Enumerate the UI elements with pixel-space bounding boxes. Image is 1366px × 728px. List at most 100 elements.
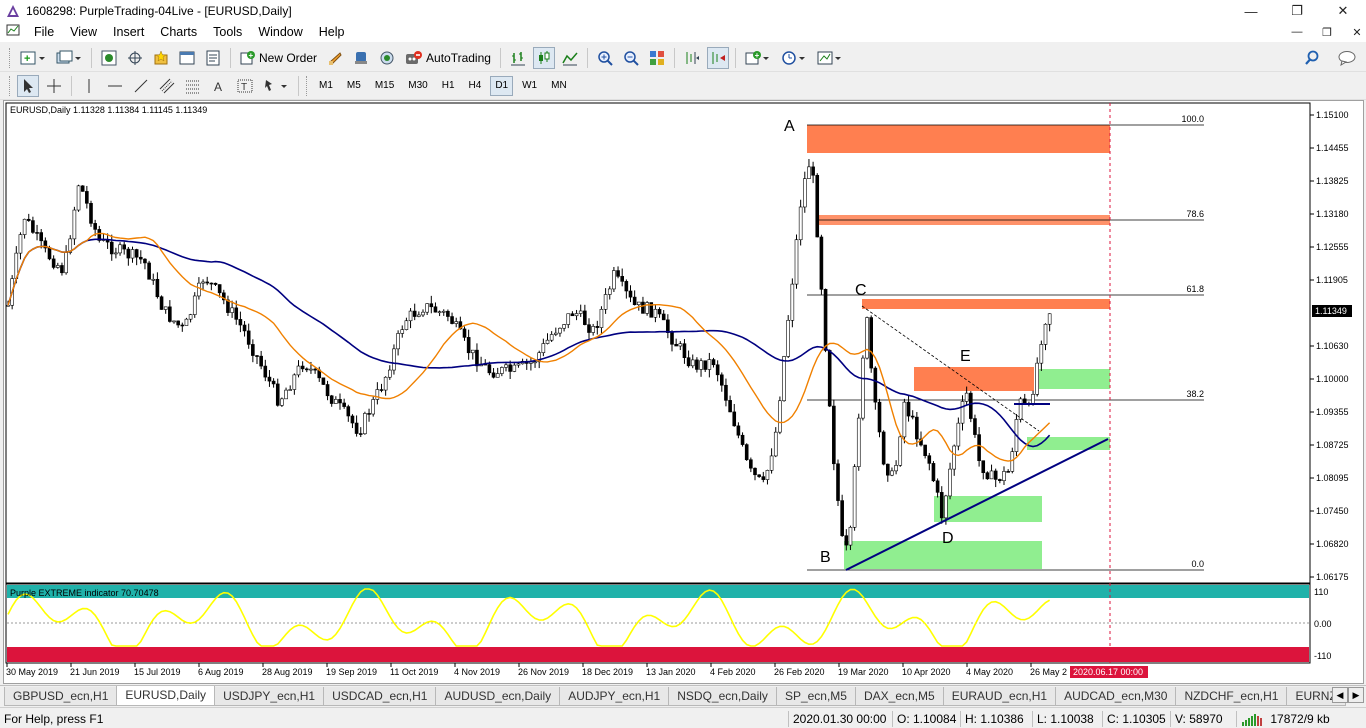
zoom-in-button[interactable] [594,47,616,69]
menu-help[interactable]: Help [311,22,353,42]
candle-body [55,265,60,268]
zoom-out-button[interactable] [620,47,642,69]
bar-chart-button[interactable] [507,47,529,69]
candle-body [408,310,413,322]
periods-button[interactable] [778,47,810,69]
line-chart-button[interactable] [559,47,581,69]
tabs-scroll-right[interactable]: ▶ [1348,687,1364,703]
candle-body [545,339,550,344]
candle-body [856,417,861,467]
candle-body [387,369,392,378]
timeframe-w1[interactable]: W1 [517,76,542,96]
search-button[interactable] [1300,46,1324,70]
chart-window[interactable]: 100.0 78.6 61.8 38.2 0.0 A B C D E Purpl… [3,100,1364,684]
tab-dax-m5[interactable]: DAX_ecn,M5 [854,687,944,706]
timeframe-mn[interactable]: MN [546,76,572,96]
candle-body [114,252,118,255]
candle-body [578,310,583,314]
timeframe-h4[interactable]: H4 [464,76,487,96]
zoom-out-icon [624,50,639,66]
fibonacci-button[interactable] [182,75,204,97]
strategy-tester-button[interactable] [202,47,224,69]
timeframe-m1[interactable]: M1 [314,76,338,96]
new-order-button[interactable]: + New Order [237,47,320,69]
timeframe-m15[interactable]: M15 [370,76,399,96]
candle-body [736,425,741,436]
tab-nzdchf-h1[interactable]: NZDCHF_ecn,H1 [1175,687,1288,706]
tab-audjpy-h1[interactable]: AUDJPY_ecn,H1 [559,687,670,706]
child-close-button[interactable]: ✕ [1334,22,1366,42]
autotrading-button[interactable]: AutoTrading [402,47,494,69]
signals-button[interactable] [350,47,372,69]
new-order-icon: + [240,50,255,64]
cursor-tool-button[interactable] [17,74,39,97]
menu-charts[interactable]: Charts [152,22,205,42]
chat-button[interactable] [1334,46,1360,70]
candle-body [603,294,608,310]
candle-body [1018,398,1023,420]
arrows-button[interactable] [260,75,292,97]
candlestick-chart-button[interactable] [532,46,555,69]
candle-body [541,343,546,354]
maximize-button[interactable]: ❐ [1274,0,1320,22]
timeframe-h1[interactable]: H1 [437,76,460,96]
main-plot-area[interactable] [5,102,1311,584]
chart-shift-button[interactable] [681,47,703,69]
candle-body [313,368,317,371]
price-tick-label: 1.06820 [1316,539,1349,549]
menu-insert[interactable]: Insert [105,22,152,42]
tab-sp-m5[interactable]: SP_ecn,M5 [775,687,856,706]
tab-euraud-h1[interactable]: EURAUD_ecn,H1 [942,687,1057,706]
support-zone-1 [1037,369,1110,389]
trendline-button[interactable] [130,75,152,97]
channel-button[interactable] [156,75,178,97]
terminal-button[interactable] [176,47,198,69]
menu-view[interactable]: View [62,22,105,42]
timeframe-d1[interactable]: D1 [490,75,514,96]
menu-tools[interactable]: Tools [205,22,250,42]
text-tool-button[interactable]: A [208,75,230,97]
candle-body [757,474,761,477]
tab-usdcad-h1[interactable]: USDCAD_ecn,H1 [323,687,437,706]
candle-body [885,463,890,476]
candle-body [786,320,791,357]
metaeditor-button[interactable] [324,47,346,69]
menu-window[interactable]: Window [250,22,310,42]
price-axis[interactable]: 1.15100 1.14455 1.13825 1.13180 1.12555 1.119… [1310,110,1349,582]
tab-eurusd-daily[interactable]: EURUSD,Daily [116,686,216,706]
tabs-scroll-left[interactable]: ◀ [1332,687,1348,703]
market-button[interactable] [376,47,398,69]
equidistant-channel-icon [159,78,175,93]
tab-gbpusd-h1[interactable]: GBPUSD_ecn,H1 [4,687,118,706]
candle-body [246,330,251,345]
close-button[interactable]: ✕ [1320,0,1366,22]
indicators-button[interactable]: + [742,47,774,69]
auto-scroll-button[interactable] [706,46,729,69]
navigator-button[interactable] [150,47,172,69]
vertical-line-button[interactable] [78,75,100,97]
tab-audusd-daily[interactable]: AUDUSD_ecn,Daily [435,687,561,706]
new-chart-button[interactable]: + [17,47,49,69]
tab-audcad-m30[interactable]: AUDCAD_ecn,M30 [1055,687,1177,706]
horizontal-line-button[interactable] [104,75,126,97]
candle-body [811,166,815,176]
tab-nsdq-daily[interactable]: NSDQ_ecn,Daily [668,687,777,706]
text-label-button[interactable]: T [234,75,256,97]
timeframe-m5[interactable]: M5 [342,76,366,96]
tile-windows-button[interactable] [646,47,668,69]
timeframe-m30[interactable]: M30 [403,76,432,96]
time-axis[interactable]: 30 May 2019 21 Jun 2019 15 Jul 2019 6 Aug 2… [6,663,1067,677]
minimize-button[interactable]: — [1228,0,1274,22]
tab-usdjpy-h1[interactable]: USDJPY_ecn,H1 [214,687,325,706]
market-watch-button[interactable] [98,47,120,69]
profiles-button[interactable] [53,47,85,69]
chart-menu-icon[interactable] [0,22,26,42]
price-chart[interactable]: 100.0 78.6 61.8 38.2 0.0 A B C D E Purpl… [4,101,1363,683]
price-tick-label: 1.12555 [1316,242,1349,252]
menu-file[interactable]: File [26,22,62,42]
crosshair-tool-button[interactable] [43,75,65,97]
data-window-button[interactable] [124,47,146,69]
candle-body [753,467,757,476]
candle-body [259,355,263,367]
templates-button[interactable] [814,47,846,69]
